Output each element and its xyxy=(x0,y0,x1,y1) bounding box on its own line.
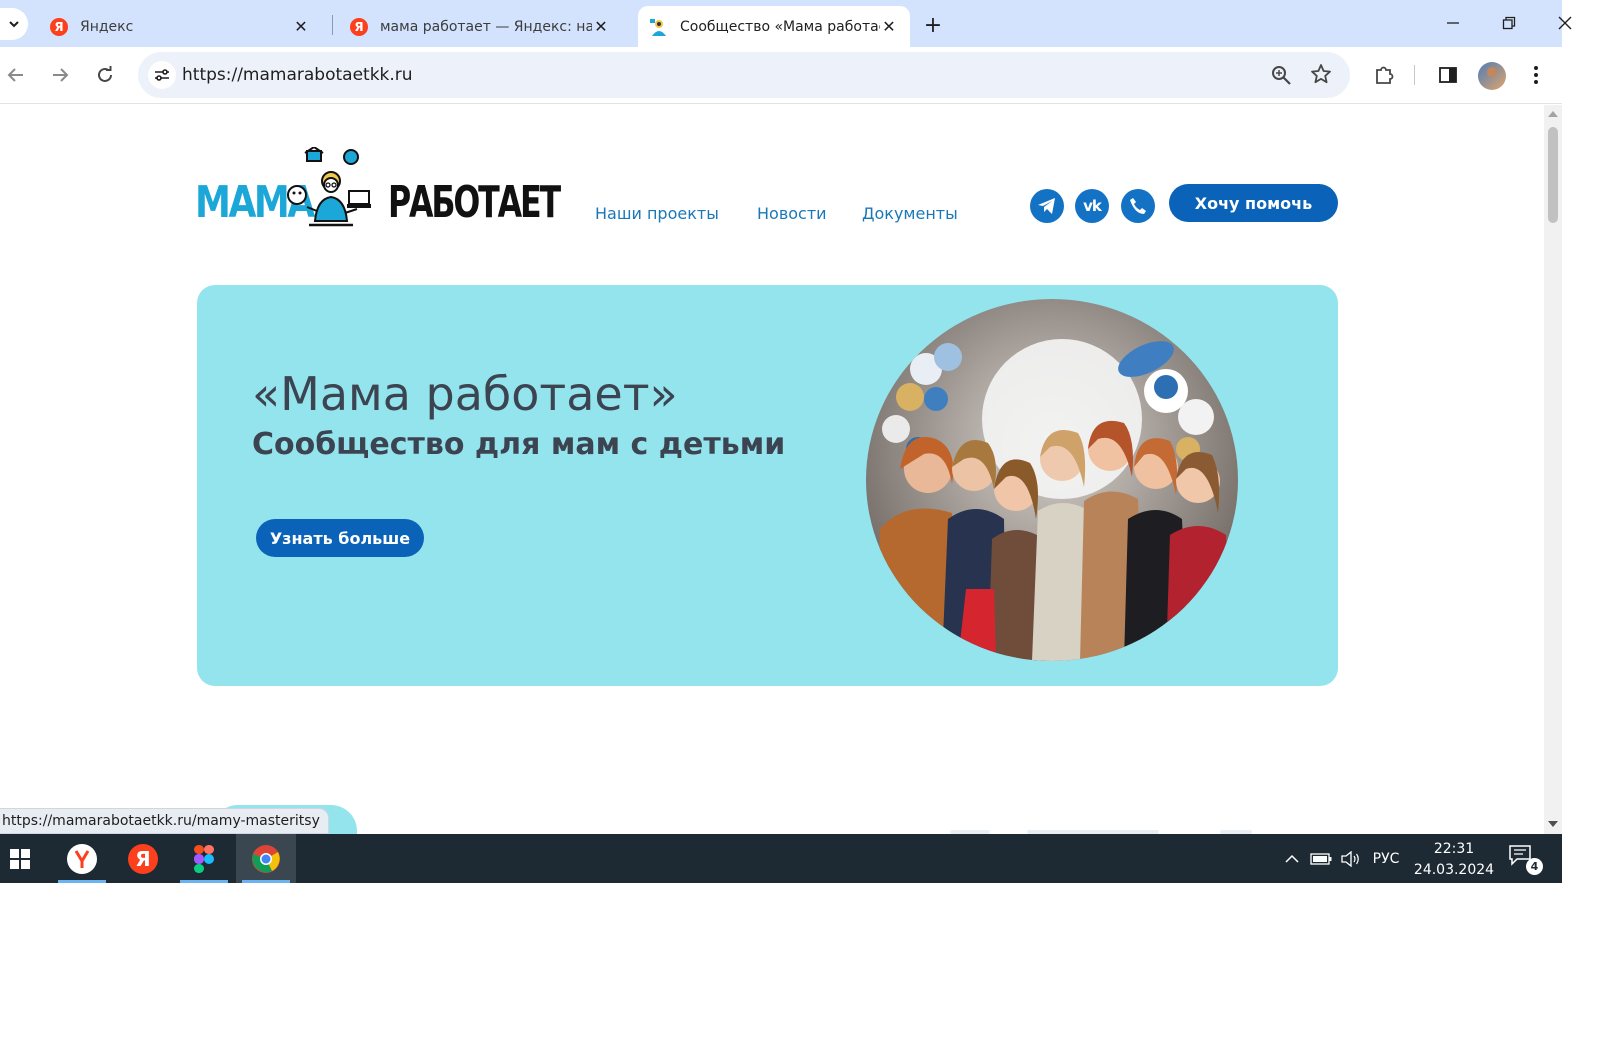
phone-link[interactable] xyxy=(1121,189,1155,223)
taskbar-yandex[interactable]: Я xyxy=(113,834,173,883)
bookmark-star-icon[interactable] xyxy=(1310,63,1332,89)
hero-subtitle: Сообщество для мам с детьми xyxy=(252,427,786,462)
tab-strip: Я Яндекс ✕ Я мама работает — Яндекс: наш… xyxy=(0,0,1572,47)
notification-center-button[interactable]: 4 xyxy=(1508,844,1543,875)
start-button[interactable] xyxy=(0,834,40,883)
screen: Я Яндекс ✕ Я мама работает — Яндекс: наш… xyxy=(0,0,1600,1041)
back-button[interactable] xyxy=(2,61,30,89)
hero-title: «Мама работает» xyxy=(252,367,678,421)
running-indicator xyxy=(242,880,290,883)
phone-icon xyxy=(1130,198,1146,214)
telegram-icon xyxy=(1038,198,1055,214)
page-scrollbar[interactable] xyxy=(1544,105,1562,834)
address-bar[interactable]: https://mamarabotaetkk.ru xyxy=(138,52,1350,98)
nav-link-news[interactable]: Новости xyxy=(757,204,827,223)
vk-icon: vk xyxy=(1083,197,1102,215)
battery-indicator[interactable] xyxy=(1308,834,1334,883)
url-text[interactable]: https://mamarabotaetkk.ru xyxy=(182,65,413,85)
clock-date: 24.03.2024 xyxy=(1413,862,1495,878)
tab-title: мама работает — Яндекс: нашлось xyxy=(380,18,592,35)
taskbar-yandex-browser[interactable] xyxy=(52,834,112,883)
arrow-left-icon xyxy=(7,68,23,82)
yandex-favicon-icon: Я xyxy=(50,17,68,36)
web-page: МАМА РАБОТАЕТ Наши проекты Новости Докум… xyxy=(0,105,1544,834)
extensions-button[interactable] xyxy=(1370,61,1398,89)
scroll-down-arrow[interactable] xyxy=(1548,821,1558,827)
new-tab-button[interactable]: + xyxy=(920,12,946,38)
learn-more-button[interactable]: Узнать больше xyxy=(256,519,424,557)
close-icon[interactable]: ✕ xyxy=(592,17,610,36)
telegram-link[interactable] xyxy=(1030,189,1064,223)
tab-mama-rabotaet[interactable]: Сообщество «Мама работает» ✕ xyxy=(638,6,910,47)
taskbar-chrome[interactable] xyxy=(236,834,296,883)
windows-taskbar: Я РУС 22:31 24.03.2024 4 xyxy=(0,834,1562,883)
volume-control[interactable] xyxy=(1338,834,1364,883)
tray-overflow-button[interactable] xyxy=(1280,834,1304,883)
juggling-mom-logo-icon xyxy=(287,147,371,227)
nav-link-documents[interactable]: Документы xyxy=(862,204,958,223)
tab-separator xyxy=(332,15,333,35)
battery-icon xyxy=(1310,852,1332,865)
puzzle-icon xyxy=(1376,66,1394,84)
site-logo[interactable]: МАМА РАБОТАЕТ xyxy=(195,147,561,228)
chevron-up-icon xyxy=(1285,854,1299,863)
windows-logo-icon xyxy=(10,848,30,869)
browser-toolbar: https://mamarabotaetkk.ru xyxy=(0,47,1562,104)
figma-icon xyxy=(194,844,214,873)
group-photo xyxy=(866,299,1238,661)
link-status-bubble: https://mamarabotaetkk.ru/mamy-masterits… xyxy=(0,808,329,834)
tab-title: Сообщество «Мама работает» xyxy=(680,18,880,35)
help-button[interactable]: Хочу помочь xyxy=(1169,184,1338,222)
forward-button[interactable] xyxy=(46,61,74,89)
minimize-button[interactable] xyxy=(1430,8,1476,38)
side-panel-icon xyxy=(1439,67,1457,83)
hero-banner: «Мама работает» Сообщество для мам с дет… xyxy=(197,285,1338,686)
running-indicator xyxy=(180,880,228,883)
running-indicator xyxy=(58,880,106,883)
language-indicator[interactable]: РУС xyxy=(1368,834,1404,883)
nav-link-projects[interactable]: Наши проекты xyxy=(595,204,719,223)
reload-button[interactable] xyxy=(91,61,119,89)
clock-time: 22:31 xyxy=(1433,841,1475,857)
tab-yandex-search[interactable]: Я мама работает — Яндекс: нашлось ✕ xyxy=(340,6,622,47)
chevron-down-icon xyxy=(9,21,19,28)
menu-button[interactable] xyxy=(1522,61,1550,89)
svg-text:Я: Я xyxy=(135,847,150,871)
chrome-icon xyxy=(252,844,280,873)
minimize-icon xyxy=(1447,22,1459,24)
close-window-button[interactable] xyxy=(1542,8,1588,38)
vk-link[interactable]: vk xyxy=(1075,189,1109,223)
taskbar-figma[interactable] xyxy=(174,834,234,883)
restore-icon xyxy=(1502,16,1516,30)
close-icon xyxy=(1558,16,1572,30)
yandex-favicon-icon: Я xyxy=(350,17,368,36)
system-clock[interactable]: 22:31 24.03.2024 xyxy=(1404,839,1504,881)
profile-avatar[interactable] xyxy=(1478,62,1506,90)
yandex-icon: Я xyxy=(128,843,158,874)
toolbar-divider xyxy=(1414,65,1415,85)
reload-icon xyxy=(98,66,112,82)
tab-yandex[interactable]: Я Яндекс ✕ xyxy=(40,6,322,47)
zoom-icon[interactable] xyxy=(1270,64,1292,90)
yandex-browser-icon xyxy=(67,843,97,874)
scroll-up-arrow[interactable] xyxy=(1548,111,1558,117)
close-icon[interactable]: ✕ xyxy=(880,17,898,36)
speaker-icon xyxy=(1341,850,1359,867)
tab-search-button[interactable] xyxy=(0,8,28,40)
restore-button[interactable] xyxy=(1486,8,1532,38)
notification-count: 4 xyxy=(1526,858,1543,875)
site-settings-icon[interactable] xyxy=(148,61,176,89)
more-vert-icon xyxy=(1534,66,1538,84)
logo-text-right: РАБОТАЕТ xyxy=(388,177,561,228)
side-panel-button[interactable] xyxy=(1434,61,1462,89)
close-icon[interactable]: ✕ xyxy=(292,17,310,36)
mama-favicon-icon xyxy=(648,16,670,38)
arrow-right-icon xyxy=(53,68,69,82)
scrollbar-thumb[interactable] xyxy=(1548,127,1558,223)
tab-title: Яндекс xyxy=(80,18,134,35)
